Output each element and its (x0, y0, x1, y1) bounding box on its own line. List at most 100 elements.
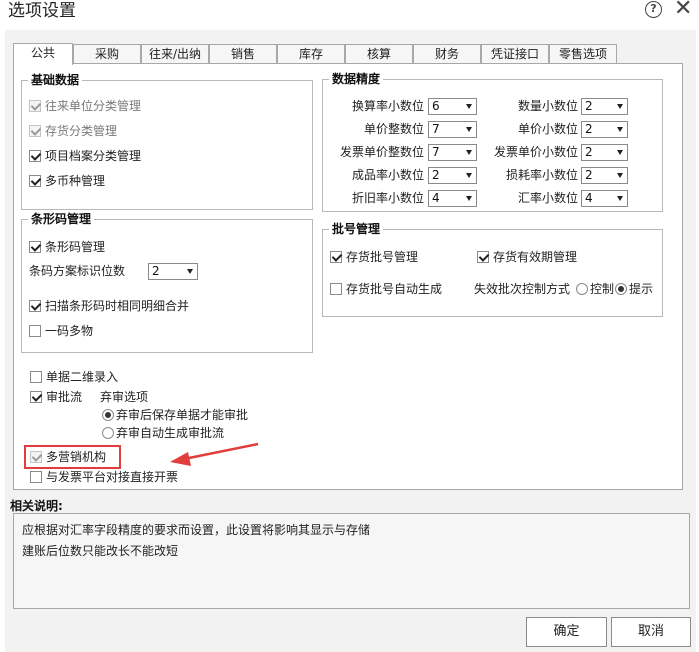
one-code-checkbox[interactable] (29, 325, 41, 337)
chevron-down-icon (466, 173, 472, 178)
basic-data-title: 基础数据 (28, 72, 83, 88)
highlight-box (24, 445, 121, 469)
batch-manage-checkbox[interactable] (330, 251, 342, 263)
two-dim-entry-label: 单据二维录入 (46, 370, 119, 384)
prompt-radio[interactable] (615, 283, 627, 295)
control-radio[interactable] (576, 283, 588, 295)
chevron-down-icon (617, 127, 623, 132)
one-code-label: 一码多物 (45, 324, 94, 338)
batch-auto-checkbox[interactable] (330, 283, 342, 295)
multi-currency-label: 多币种管理 (45, 174, 106, 188)
barcode-enable-label: 条形码管理 (45, 240, 106, 254)
approval-flow-label: 审批流 (46, 390, 83, 404)
multi-currency-checkbox[interactable] (29, 175, 41, 187)
tab-voucher-interface[interactable]: 凭证接口 (481, 44, 549, 64)
batch-manage-label: 存货批号管理 (346, 250, 419, 264)
chevron-down-icon (466, 196, 472, 201)
expiry-manage-label: 存货有效期管理 (493, 250, 578, 264)
barcode-enable-checkbox[interactable] (29, 241, 41, 253)
customer-category-checkbox[interactable] (29, 100, 41, 112)
approval-flow-checkbox[interactable] (30, 391, 42, 403)
chevron-down-icon (466, 127, 472, 132)
tab-sales[interactable]: 销售 (209, 44, 277, 64)
stock-category-checkbox[interactable] (29, 125, 41, 137)
tab-common[interactable]: 公共 (13, 43, 73, 65)
conversion-rate-select[interactable]: 6 (428, 98, 477, 115)
quantity-decimal-value: 2 (585, 99, 593, 113)
description-line: 应根据对汇率字段精度的要求而设置，此设置将影响其显示与存储 (22, 523, 371, 537)
description-box: 应根据对汇率字段精度的要求而设置，此设置将影响其显示与存储 建账后位数只能改长不… (13, 513, 690, 609)
unit-price-integer-select[interactable]: 7 (428, 121, 477, 138)
depreciation-rate-label: 折旧率小数位 (351, 191, 424, 205)
project-category-label: 项目档案分类管理 (45, 149, 142, 163)
abandon-options-title: 弃审选项 (100, 390, 149, 404)
batch-group: 批号管理 (322, 221, 663, 317)
unit-price-decimal-select[interactable]: 2 (581, 121, 628, 138)
chevron-down-icon (466, 150, 472, 155)
exchange-rate-label: 汇率小数位 (517, 191, 578, 205)
unit-price-integer-value: 7 (432, 122, 440, 136)
conversion-rate-label: 换算率小数位 (351, 99, 424, 113)
tab-retail-options[interactable]: 零售选项 (549, 44, 617, 64)
invalid-batch-label: 失效批次控制方式 (474, 282, 571, 296)
invoice-platform-checkbox[interactable] (30, 471, 42, 483)
chevron-down-icon (617, 173, 623, 178)
depreciation-rate-value: 4 (432, 191, 440, 205)
chevron-down-icon (466, 104, 472, 109)
cancel-button[interactable]: 取消 (611, 617, 691, 647)
tab-receivables[interactable]: 往来/出纳 (141, 44, 209, 64)
precision-title: 数据精度 (329, 71, 384, 87)
invoice-price-decimal-select[interactable]: 2 (581, 144, 628, 161)
invoice-price-decimal-value: 2 (585, 145, 593, 159)
two-dim-entry-checkbox[interactable] (30, 371, 42, 383)
loss-rate-select[interactable]: 2 (581, 167, 628, 184)
quantity-decimal-select[interactable]: 2 (581, 98, 628, 115)
exchange-rate-select[interactable]: 4 (581, 190, 628, 207)
abandon-option-save-label: 弃审后保存单据才能审批 (116, 408, 249, 422)
tab-accounting[interactable]: 核算 (345, 44, 413, 64)
control-radio-label: 控制 (590, 282, 615, 296)
chevron-down-icon (187, 269, 193, 274)
help-icon[interactable]: ? (645, 1, 662, 18)
loss-rate-label: 损耗率小数位 (505, 168, 578, 182)
barcode-scheme-value: 2 (152, 264, 160, 278)
barcode-title: 条形码管理 (28, 211, 95, 227)
depreciation-rate-select[interactable]: 4 (428, 190, 477, 207)
chevron-down-icon (617, 150, 623, 155)
abandon-option-save-radio[interactable] (102, 409, 114, 421)
exchange-rate-value: 4 (585, 191, 593, 205)
prompt-radio-label: 提示 (629, 282, 654, 296)
description-line: 建账后位数只能改长不能改短 (22, 544, 179, 558)
close-icon[interactable]: ✕ (674, 0, 692, 21)
loss-rate-value: 2 (585, 168, 593, 182)
invoice-price-integer-label: 发票单价整数位 (339, 145, 424, 159)
barcode-merge-checkbox[interactable] (29, 300, 41, 312)
barcode-merge-label: 扫描条形码时相同明细合并 (45, 299, 190, 313)
invoice-price-integer-select[interactable]: 7 (428, 144, 477, 161)
project-category-checkbox[interactable] (29, 150, 41, 162)
batch-auto-label: 存货批号自动生成 (346, 282, 443, 296)
description-title: 相关说明: (10, 499, 63, 513)
tab-purchase[interactable]: 采购 (73, 44, 141, 64)
chevron-down-icon (617, 196, 623, 201)
quantity-decimal-label: 数量小数位 (517, 99, 578, 113)
tab-finance[interactable]: 财务 (413, 44, 481, 64)
stock-category-label: 存货分类管理 (45, 124, 118, 138)
unit-price-decimal-value: 2 (585, 122, 593, 136)
expiry-manage-checkbox[interactable] (477, 251, 489, 263)
abandon-option-auto-radio[interactable] (102, 427, 114, 439)
window-title: 选项设置 (8, 1, 76, 21)
tab-inventory[interactable]: 库存 (277, 44, 345, 64)
invoice-price-integer-value: 7 (432, 145, 440, 159)
yield-rate-value: 2 (432, 168, 440, 182)
batch-title: 批号管理 (329, 221, 384, 237)
unit-price-decimal-label: 单价小数位 (517, 122, 578, 136)
customer-category-label: 往来单位分类管理 (45, 99, 142, 113)
ok-button[interactable]: 确定 (526, 617, 607, 647)
annotation-arrow-icon (170, 442, 259, 466)
invoice-price-decimal-label: 发票单价小数位 (493, 145, 578, 159)
yield-rate-select[interactable]: 2 (428, 167, 477, 184)
barcode-scheme-select[interactable]: 2 (148, 263, 198, 280)
conversion-rate-value: 6 (432, 99, 440, 113)
title-bar: 选项设置 ? ✕ (0, 0, 699, 30)
